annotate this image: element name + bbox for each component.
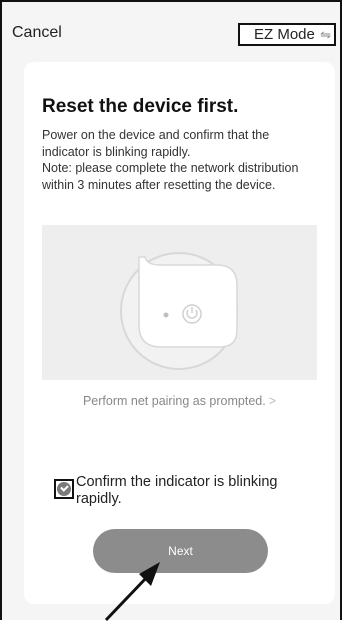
device-illustration-graphic: [120, 252, 238, 370]
confirm-label: Confirm the indicator is blinking rapidl…: [76, 474, 278, 507]
instruction-line: Power on the device and confirm that the…: [42, 128, 270, 159]
indicator-light-icon: [163, 312, 169, 318]
swap-arrows-icon: ⇋: [320, 27, 331, 42]
top-bar: Cancel EZ Mode ⇋: [2, 2, 340, 58]
note-line: Note: please complete the network distri…: [42, 161, 299, 192]
instruction-text: Power on the device and confirm that the…: [42, 127, 312, 193]
instruction-card: Reset the device first. Power on the dev…: [24, 62, 335, 604]
check-circle-icon: [57, 482, 71, 496]
page-title: Reset the device first.: [42, 96, 239, 117]
chevron-right-icon: >: [268, 394, 277, 408]
net-pairing-link[interactable]: Perform net pairing as prompted. >: [24, 394, 335, 408]
cancel-button[interactable]: Cancel: [12, 24, 62, 42]
mode-label: EZ Mode: [254, 26, 315, 43]
confirm-indicator-checkbox-row[interactable]: Confirm the indicator is blinking rapidl…: [54, 474, 314, 514]
device-body: [138, 256, 238, 348]
app-screen: Cancel EZ Mode ⇋ Reset the device first.…: [0, 0, 342, 622]
device-illustration: [42, 225, 317, 380]
net-pairing-label: Perform net pairing as prompted.: [82, 394, 266, 408]
mode-switch-button[interactable]: EZ Mode ⇋: [238, 23, 336, 46]
confirm-checkbox[interactable]: [54, 479, 74, 499]
next-button[interactable]: Next: [93, 529, 268, 573]
